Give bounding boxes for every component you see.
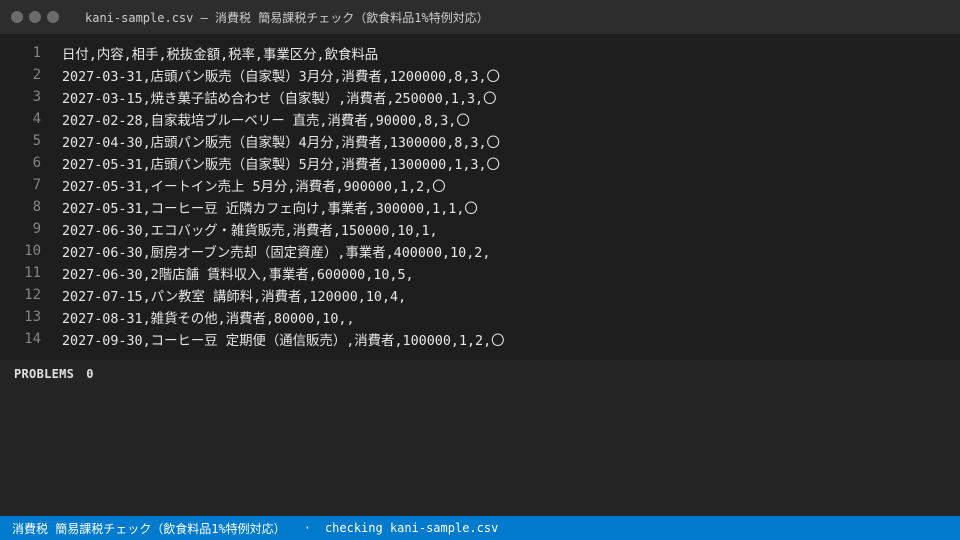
status-checking-file: checking kani-sample.csv [324,521,499,535]
editor-line[interactable]: 4 2027-02-28,自家栽培ブルーベリー 直売,消費者,90000,8,3,… [0,108,960,130]
line-number: 3 [32,89,41,105]
title-bar: kani-sample.csv — 消費税 簡易課税チェック（飲食料品1%特例対… [0,0,960,34]
line-content[interactable]: 2027-04-30,店頭パン販売（自家製）4月分,消費者,1300000,8,… [62,131,500,151]
line-content[interactable]: 2027-07-15,パン教室 講師料,消費者,120000,10,4, [62,285,406,305]
line-content[interactable]: 2027-06-30,厨房オーブン売却（固定資産）,事業者,400000,10,… [62,241,490,261]
bottom-panel: PROBLEMS 0 [0,360,960,516]
line-number: 5 [32,133,41,149]
editor-line[interactable]: 14 2027-09-30,コーヒー豆 定期便（通信販売）,消費者,100000,… [0,328,960,350]
editor-line[interactable]: 1 日付,内容,相手,税抜金額,税率,事業区分,飲食料品 [0,42,960,64]
line-number: 9 [32,221,41,237]
line-number: 1 [32,45,41,61]
maximize-window-button[interactable] [47,11,59,23]
line-content[interactable]: 日付,内容,相手,税抜金額,税率,事業区分,飲食料品 [62,43,378,63]
editor-line[interactable]: 13 2027-08-31,雑貨その他,消費者,80000,10,, [0,306,960,328]
line-content[interactable]: 2027-06-30,2階店舗 賃料収入,事業者,600000,10,5, [62,263,414,283]
editor-line[interactable]: 9 2027-06-30,エコバッグ・雑貨販売,消費者,150000,10,1, [0,218,960,240]
line-content[interactable]: 2027-05-31,店頭パン販売（自家製）5月分,消費者,1300000,1,… [62,153,500,173]
line-number: 13 [24,309,41,325]
line-content[interactable]: 2027-08-31,雑貨その他,消費者,80000,10,, [62,307,355,327]
line-content[interactable]: 2027-03-15,焼き菓子詰め合わせ（自家製）,消費者,250000,1,3… [62,87,497,107]
line-content[interactable]: 2027-05-31,イートイン売上 5月分,消費者,900000,1,2,〇 [62,175,446,195]
editor-line[interactable]: 12 2027-07-15,パン教室 講師料,消費者,120000,10,4, [0,284,960,306]
line-content[interactable]: 2027-02-28,自家栽培ブルーベリー 直売,消費者,90000,8,3,〇 [62,109,470,129]
editor-line[interactable]: 11 2027-06-30,2階店舗 賃料収入,事業者,600000,10,5, [0,262,960,284]
line-number: 6 [32,155,41,171]
line-number: 14 [24,331,41,347]
line-number: 4 [32,111,41,127]
line-content[interactable]: 2027-09-30,コーヒー豆 定期便（通信販売）,消費者,100000,1,… [62,329,505,349]
line-content[interactable]: 2027-06-30,エコバッグ・雑貨販売,消費者,150000,10,1, [62,219,438,239]
close-window-button[interactable] [11,11,23,23]
editor-line[interactable]: 2 2027-03-31,店頭パン販売（自家製）3月分,消費者,1200000,8… [0,64,960,86]
status-extension-name[interactable]: 消費税 簡易課税チェック（飲食料品1%特例対応） [12,520,286,537]
editor-line[interactable]: 6 2027-05-31,店頭パン販売（自家製）5月分,消費者,1300000,1… [0,152,960,174]
line-content[interactable]: 2027-03-31,店頭パン販売（自家製）3月分,消費者,1200000,8,… [62,65,500,85]
line-number: 10 [24,243,41,259]
problems-tab[interactable]: PROBLEMS 0 [14,367,94,381]
editor-line[interactable]: 10 2027-06-30,厨房オーブン売却（固定資産）,事業者,400000,1… [0,240,960,262]
line-number: 8 [32,199,41,215]
status-separator: · [303,521,311,535]
minimize-window-button[interactable] [29,11,41,23]
line-number: 7 [32,177,41,193]
line-content[interactable]: 2027-05-31,コーヒー豆 近隣カフェ向け,事業者,300000,1,1,… [62,197,478,217]
editor-line[interactable]: 8 2027-05-31,コーヒー豆 近隣カフェ向け,事業者,300000,1,1… [0,196,960,218]
problems-count: 0 [86,367,94,381]
line-number: 12 [24,287,41,303]
status-bar: 消費税 簡易課税チェック（飲食料品1%特例対応） · checking kani… [0,516,960,540]
problems-label: PROBLEMS [14,367,75,381]
window-title: kani-sample.csv — 消費税 簡易課税チェック（飲食料品1%特例対… [85,10,489,25]
line-number: 2 [32,67,41,83]
window-controls [11,11,59,23]
editor-line[interactable]: 7 2027-05-31,イートイン売上 5月分,消費者,900000,1,2,〇 [0,174,960,196]
code-editor[interactable]: 1 日付,内容,相手,税抜金額,税率,事業区分,飲食料品 2 2027-03-31,… [0,34,960,360]
editor-line[interactable]: 3 2027-03-15,焼き菓子詰め合わせ（自家製）,消費者,250000,1,… [0,86,960,108]
editor-line[interactable]: 5 2027-04-30,店頭パン販売（自家製）4月分,消費者,1300000,8… [0,130,960,152]
line-number: 11 [24,265,41,281]
